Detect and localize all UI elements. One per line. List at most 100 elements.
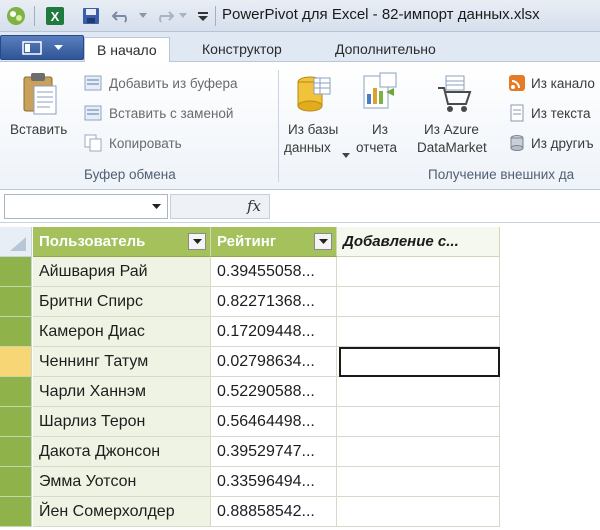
fx-area: fx (170, 194, 270, 219)
row-header[interactable] (0, 467, 32, 497)
name-box[interactable] (4, 194, 168, 219)
file-menu-button[interactable] (0, 35, 84, 60)
cell-rating[interactable]: 0.39455058... (211, 257, 337, 287)
table-row[interactable]: Бритни Спирс 0.82271368... (0, 287, 505, 317)
cell-add-column[interactable] (337, 497, 500, 527)
cell-rating[interactable]: 0.02798634... (211, 347, 337, 377)
customize-toolbar-icon[interactable] (196, 6, 210, 26)
cell-add-column[interactable] (337, 377, 500, 407)
active-cell-cursor[interactable] (339, 347, 500, 377)
cell-add-column[interactable] (337, 407, 500, 437)
row-header[interactable] (0, 407, 32, 437)
cell-user[interactable]: Чарли Ханнэм (33, 377, 211, 407)
cell-rating[interactable]: 0.17209448... (211, 317, 337, 347)
filter-dropdown-icon[interactable] (314, 233, 332, 250)
cell-user[interactable]: Эмма Уотсон (33, 467, 211, 497)
excel-icon[interactable]: X (44, 6, 66, 26)
table-row[interactable]: Йен Сомерхолдер 0.88858542... (0, 497, 505, 527)
row-header[interactable] (0, 287, 32, 317)
paste-button[interactable]: Вставить (10, 122, 67, 137)
from-database-label-2: данных (284, 140, 331, 155)
text-file-icon (508, 104, 526, 127)
from-channel-button[interactable]: Из канало (531, 76, 595, 91)
cell-rating[interactable]: 0.88858542... (211, 497, 337, 527)
cell-rating[interactable]: 0.39529747... (211, 437, 337, 467)
row-header[interactable] (0, 317, 32, 347)
add-from-buffer-icon (84, 74, 104, 97)
cell-user[interactable]: Бритни Спирс (33, 287, 211, 317)
paste-replace-button[interactable]: Вставить с заменой (109, 106, 233, 121)
tab-home[interactable]: В начало (84, 37, 170, 64)
fx-icon[interactable]: fx (247, 197, 261, 215)
formula-bar: fx (0, 190, 600, 223)
undo-dropdown-icon[interactable] (138, 6, 148, 26)
cell-add-column[interactable] (337, 287, 500, 317)
table-row[interactable]: Чарли Ханнэм 0.52290588... (0, 377, 505, 407)
from-report-label-2: отчета (356, 140, 398, 155)
paste-icon[interactable] (20, 72, 60, 121)
row-header-selected[interactable] (0, 347, 32, 377)
column-header-label: Добавление с... (343, 233, 459, 250)
clipboard-group-label: Буфер обмена (84, 167, 176, 182)
row-header[interactable] (0, 377, 32, 407)
powerpivot-logo-icon (4, 6, 28, 26)
from-other-button[interactable]: Из другиъ (531, 136, 594, 151)
database-icon[interactable] (296, 74, 332, 119)
chevron-down-icon[interactable] (342, 146, 350, 164)
column-header-label: Пользователь (39, 233, 146, 250)
cell-user[interactable]: Айшвария Рай (33, 257, 211, 287)
cell-user[interactable]: Камерон Диас (33, 317, 211, 347)
table-row[interactable]: Шарлиз Терон 0.56464498... (0, 407, 505, 437)
column-header-rating[interactable]: Рейтинг (211, 227, 337, 257)
cell-add-column[interactable] (337, 467, 500, 497)
cell-user[interactable]: Дакота Джонсон (33, 437, 211, 467)
undo-icon[interactable] (110, 6, 136, 26)
title-bar: X PowerPivot для Excel - 82-импорт данны… (0, 0, 600, 32)
column-header-user[interactable]: Пользователь (33, 227, 211, 257)
copy-icon (84, 134, 104, 157)
paste-replace-icon (84, 104, 104, 127)
get-external-data-group-label: Получение внешних да (428, 167, 575, 182)
cell-add-column[interactable] (337, 257, 500, 287)
ribbon: Вставить Добавить из буфера Вставить с з… (0, 62, 600, 190)
file-menu-icon (21, 40, 42, 55)
row-header[interactable] (0, 257, 32, 287)
channel-icon (508, 74, 526, 97)
svg-text:X: X (51, 9, 60, 24)
from-azure-button[interactable]: Из Azure (424, 122, 479, 137)
from-text-button[interactable]: Из текста (531, 106, 591, 121)
cell-user[interactable]: Шарлиз Терон (33, 407, 211, 437)
cell-rating[interactable]: 0.52290588... (211, 377, 337, 407)
cell-add-column[interactable] (337, 317, 500, 347)
filter-dropdown-icon[interactable] (188, 233, 206, 250)
select-all-corner[interactable] (0, 227, 32, 257)
cell-add-column[interactable] (337, 437, 500, 467)
cell-user[interactable]: Йен Сомерхолдер (33, 497, 211, 527)
chevron-down-icon (53, 44, 63, 50)
table-row[interactable]: Айшвария Рай 0.39455058... (0, 257, 505, 287)
tab-designer[interactable]: Конструктор (190, 37, 294, 63)
from-database-button[interactable]: Из базы (288, 122, 338, 137)
cell-user[interactable]: Ченнинг Татум (33, 347, 211, 377)
column-header-add-column[interactable]: Добавление с... (337, 227, 500, 257)
copy-button[interactable]: Копировать (109, 136, 182, 151)
tab-advanced[interactable]: Дополнительно (323, 37, 448, 63)
table-row[interactable]: Дакота Джонсон 0.39529747... (0, 437, 505, 467)
from-report-button[interactable]: Из (372, 122, 388, 137)
cell-rating[interactable]: 0.33596494... (211, 467, 337, 497)
table-row[interactable]: Камерон Диас 0.17209448... (0, 317, 505, 347)
table-row[interactable]: Эмма Уотсон 0.33596494... (0, 467, 505, 497)
azure-datamarket-icon[interactable] (436, 74, 472, 119)
window-title: PowerPivot для Excel - 82-импорт данных.… (222, 6, 540, 23)
redo-icon[interactable] (150, 6, 176, 26)
save-icon[interactable] (80, 6, 102, 26)
cell-rating[interactable]: 0.82271368... (211, 287, 337, 317)
column-header-label: Рейтинг (217, 233, 277, 250)
ribbon-tab-bar: В начало Конструктор Дополнительно (0, 32, 600, 64)
report-icon[interactable] (360, 72, 398, 119)
redo-dropdown-icon[interactable] (178, 6, 188, 26)
add-from-buffer-button[interactable]: Добавить из буфера (109, 76, 238, 91)
cell-rating[interactable]: 0.56464498... (211, 407, 337, 437)
row-header[interactable] (0, 497, 32, 527)
row-header[interactable] (0, 437, 32, 467)
